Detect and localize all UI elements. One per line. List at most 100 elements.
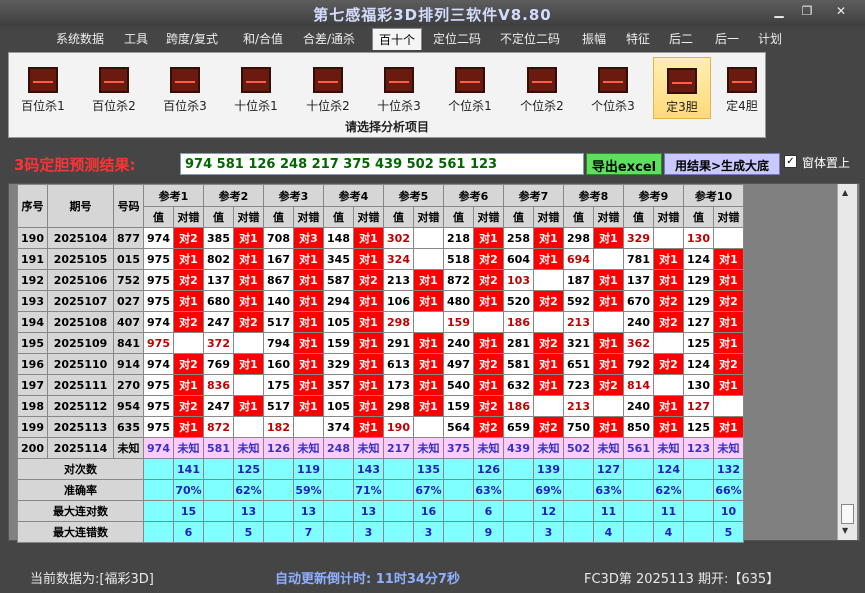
menu-item-11[interactable]: 后一 xyxy=(715,30,739,47)
cell-value: 632 xyxy=(503,374,534,396)
stat-value: 5 xyxy=(233,521,264,543)
cell-mark xyxy=(713,227,744,249)
stat-value: 12 xyxy=(533,500,564,522)
ribbon-button-3[interactable]: 十位杀1 xyxy=(227,57,285,119)
cell-value: 497 xyxy=(443,353,474,375)
row-code: 015 xyxy=(113,248,144,270)
table-row: 190 2025104 877 974 对2 385 对1 708 对3 148 对1 302 218 对… xyxy=(17,227,744,249)
cell-mark: 对1 xyxy=(653,248,684,270)
cell-value: 247 xyxy=(203,311,234,333)
cell-value: 974 xyxy=(143,311,174,333)
row-code: 877 xyxy=(113,227,144,249)
cell-mark xyxy=(233,374,264,396)
cell-mark: 对1 xyxy=(353,290,384,312)
stat-empty xyxy=(323,521,354,543)
cell-value: 708 xyxy=(263,227,294,249)
ribbon-button-2[interactable]: 百位杀3 xyxy=(156,57,214,119)
ribbon-button-6[interactable]: 个位杀1 xyxy=(441,57,499,119)
header-ref: 参考6 xyxy=(443,184,504,207)
menu-item-4[interactable]: 合差/通杀 xyxy=(303,30,355,47)
ribbon-button-8[interactable]: 个位杀3 xyxy=(584,57,642,119)
cell-value: 540 xyxy=(443,374,474,396)
header-value: 值 xyxy=(443,206,474,228)
header-value: 值 xyxy=(143,206,174,228)
header-mark: 对错 xyxy=(293,206,324,228)
scroll-down-icon[interactable]: ▼ xyxy=(842,526,848,535)
header-code: 号码 xyxy=(113,184,144,228)
cell-value: 129 xyxy=(683,290,714,312)
cell-mark: 对2 xyxy=(473,269,504,291)
menu-item-8[interactable]: 振幅 xyxy=(582,30,606,47)
menu-item-9[interactable]: 特征 xyxy=(626,30,650,47)
always-on-top-checkbox[interactable]: ✓ xyxy=(784,155,797,168)
row-period: 2025105 xyxy=(47,248,114,270)
menu-item-2[interactable]: 跨度/复式 xyxy=(166,30,218,47)
cell-value: 140 xyxy=(263,290,294,312)
window-title: 第七感福彩3D排列三软件V8.80 xyxy=(313,6,552,24)
ribbon-button-label: 定4胆 xyxy=(726,99,758,113)
cell-value: 581 xyxy=(203,437,234,459)
cell-value: 659 xyxy=(503,416,534,438)
ribbon-button-10[interactable]: 定4胆 xyxy=(713,57,771,119)
cell-value: 173 xyxy=(383,374,414,396)
ribbon-button-9[interactable]: 定3胆 xyxy=(653,57,711,119)
ribbon-button-5[interactable]: 十位杀3 xyxy=(370,57,428,119)
row-code: 954 xyxy=(113,395,144,417)
header-mark: 对错 xyxy=(713,206,744,228)
cell-value: 240 xyxy=(443,332,474,354)
stat-empty xyxy=(623,521,654,543)
vertical-scrollbar[interactable]: ▲ ▼ xyxy=(837,184,857,540)
menu-item-7[interactable]: 不定位二码 xyxy=(500,30,560,47)
cell-value: 872 xyxy=(203,416,234,438)
menu-item-3[interactable]: 和/合值 xyxy=(243,30,283,47)
menu-item-1[interactable]: 工具 xyxy=(124,30,148,47)
header-ref: 参考3 xyxy=(263,184,324,207)
menu-item-12[interactable]: 计划 xyxy=(758,30,782,47)
stat-empty xyxy=(683,500,714,522)
cell-value: 298 xyxy=(563,227,594,249)
cell-mark: 对1 xyxy=(473,332,504,354)
menu-item-5[interactable]: 百十个 xyxy=(372,28,423,50)
header-mark: 对错 xyxy=(593,206,624,228)
row-code: 未知 xyxy=(113,437,144,459)
stat-row: 对次数 141 125 119 143 135 126 139 127 124 132 xyxy=(17,458,744,480)
cell-value: 867 xyxy=(263,269,294,291)
generate-base-button[interactable]: 用结果>生成大底 xyxy=(664,153,780,175)
cell-mark: 未知 xyxy=(413,437,444,459)
cell-value: 125 xyxy=(683,332,714,354)
menu-item-0[interactable]: 系统数据 xyxy=(56,30,104,47)
ribbon-button-7[interactable]: 个位杀2 xyxy=(513,57,571,119)
scroll-thumb[interactable] xyxy=(841,504,854,524)
cell-value: 213 xyxy=(563,311,594,333)
cell-value: 298 xyxy=(383,311,414,333)
cell-mark: 对1 xyxy=(413,269,444,291)
stat-empty xyxy=(323,479,354,501)
ribbon-button-1[interactable]: 百位杀2 xyxy=(85,57,143,119)
minimize-button[interactable]: ▁ xyxy=(770,4,788,18)
export-excel-button[interactable]: 导出excel xyxy=(586,153,662,175)
cell-mark: 对1 xyxy=(593,416,624,438)
cell-value: 520 xyxy=(503,290,534,312)
header-ref: 参考9 xyxy=(623,184,684,207)
prediction-result-field[interactable]: 974 581 126 248 217 375 439 502 561 123 xyxy=(180,153,584,175)
cell-mark: 对2 xyxy=(653,353,684,375)
maximize-button[interactable]: ❐ xyxy=(798,4,816,18)
scroll-up-icon[interactable]: ▲ xyxy=(842,188,848,197)
close-button[interactable]: ✕ xyxy=(832,4,850,18)
cell-mark: 对1 xyxy=(533,374,564,396)
header-ref: 参考8 xyxy=(563,184,624,207)
stat-empty xyxy=(143,458,174,480)
chart-icon xyxy=(99,67,129,93)
stat-empty xyxy=(383,500,414,522)
table-row: 194 2025108 407 974 对2 247 对2 517 对1 105 对1 298 159 1… xyxy=(17,311,744,333)
cell-value: 148 xyxy=(323,227,354,249)
menu-item-6[interactable]: 定位二码 xyxy=(433,30,481,47)
cell-value: 217 xyxy=(383,437,414,459)
menu-item-10[interactable]: 后二 xyxy=(669,30,693,47)
cell-mark: 未知 xyxy=(653,437,684,459)
cell-value: 502 xyxy=(563,437,594,459)
cell-mark: 对1 xyxy=(593,353,624,375)
ribbon-button-0[interactable]: 百位杀1 xyxy=(14,57,72,119)
ribbon-button-4[interactable]: 十位杀2 xyxy=(299,57,357,119)
header-row-1: 序号 期号 号码 参考1 参考2 参考3 参考4 参考5 参考6 参考7 参考8 参考9 参考10 xyxy=(17,184,744,228)
